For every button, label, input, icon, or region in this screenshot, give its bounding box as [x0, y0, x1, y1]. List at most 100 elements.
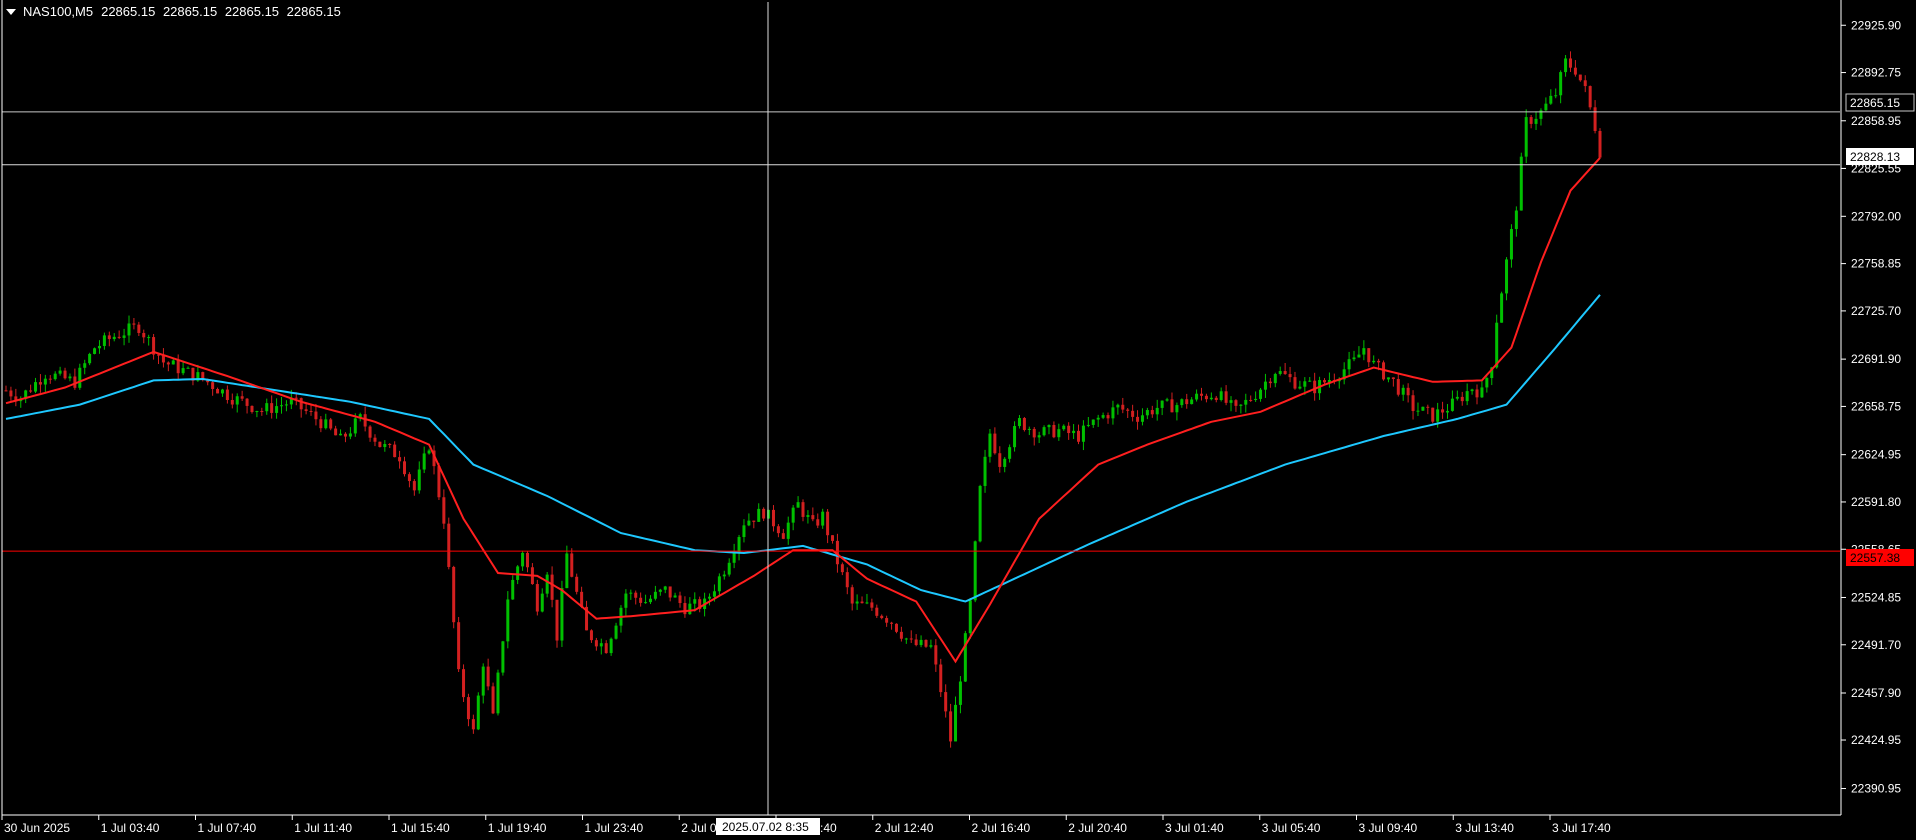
- candle-body: [1081, 425, 1085, 442]
- time-tick-label: 3 Jul 05:40: [1262, 821, 1321, 835]
- candle-body: [1362, 348, 1366, 355]
- candle-body: [1268, 381, 1272, 384]
- candle-body: [112, 336, 116, 340]
- price-tick-label: 22691.90: [1851, 352, 1901, 366]
- candle-body: [737, 537, 741, 553]
- candle-body: [378, 441, 382, 448]
- candle-body: [880, 615, 884, 619]
- time-tick-label: 30 Jun 2025: [4, 821, 70, 835]
- candle-body: [407, 474, 411, 482]
- candle-body: [481, 666, 485, 696]
- candle-body: [717, 576, 721, 592]
- candle-body: [422, 453, 426, 470]
- candle-body: [663, 586, 667, 590]
- candle-body: [122, 335, 126, 338]
- candle-body: [1254, 398, 1258, 401]
- candle-body: [1249, 399, 1253, 401]
- candle-body: [1480, 387, 1484, 398]
- candle-body: [1229, 400, 1233, 403]
- candle-body: [963, 633, 967, 682]
- candle-body: [496, 672, 500, 714]
- candle-body: [599, 643, 603, 647]
- candle-body: [447, 523, 451, 567]
- candle-body: [63, 370, 67, 379]
- candle-body: [673, 595, 677, 598]
- candle-body: [870, 602, 874, 608]
- candle-body: [1303, 381, 1307, 387]
- candle-body: [831, 535, 835, 541]
- candle-body: [639, 597, 643, 603]
- candle-body: [1347, 359, 1351, 370]
- candle-body: [1047, 425, 1051, 428]
- candle-body: [93, 348, 97, 354]
- candle-body: [1470, 389, 1474, 392]
- candle-body: [796, 502, 800, 508]
- candle-body: [1273, 373, 1277, 384]
- candle-body: [821, 511, 825, 526]
- candle-body: [781, 533, 785, 539]
- candle-body: [334, 428, 338, 436]
- candle-body: [412, 481, 416, 491]
- candle-body: [757, 508, 761, 522]
- candle-body: [540, 593, 544, 612]
- price-tick-label: 22424.95: [1851, 733, 1901, 747]
- candle-body: [1509, 229, 1513, 260]
- candle-body: [1583, 80, 1587, 87]
- candle-body: [511, 579, 515, 600]
- chevron-down-icon[interactable]: [6, 8, 16, 15]
- candle-body: [791, 507, 795, 523]
- candle-body: [1131, 410, 1135, 417]
- price-tick-label: 22457.90: [1851, 686, 1901, 700]
- candle-body: [58, 370, 62, 374]
- candle-body: [1416, 410, 1420, 412]
- candle-body: [648, 598, 652, 603]
- candle-body: [1588, 86, 1592, 108]
- candle-body: [225, 389, 229, 400]
- candle-body: [29, 390, 33, 392]
- time-tick-label: 1 Jul 23:40: [585, 821, 644, 835]
- candle-body: [452, 566, 456, 623]
- candle-body: [904, 638, 908, 640]
- candle-body: [230, 399, 234, 405]
- candle-body: [1072, 430, 1076, 434]
- candle-body: [521, 552, 525, 567]
- candle-body: [176, 360, 180, 374]
- candle-body: [1598, 130, 1602, 158]
- price-tick-label: 22758.85: [1851, 257, 1901, 271]
- candle-body: [712, 591, 716, 597]
- candle-body: [383, 444, 387, 448]
- candle-body: [240, 396, 244, 399]
- candle-body: [1391, 377, 1395, 380]
- candle-body: [845, 572, 849, 588]
- time-tick-label: 1 Jul 15:40: [391, 821, 450, 835]
- candle-body: [894, 623, 898, 632]
- candle-body: [949, 711, 953, 742]
- candle-body: [1042, 427, 1046, 436]
- candle-body: [934, 645, 938, 665]
- candle-body: [688, 603, 692, 615]
- candle-body: [309, 410, 313, 412]
- candle-body: [1500, 293, 1504, 323]
- time-tick-label: 1 Jul 11:40: [294, 821, 352, 835]
- candle-body: [1204, 395, 1208, 400]
- candle-body: [1111, 407, 1115, 419]
- symbol-label: NAS100,M5: [23, 4, 94, 19]
- time-tick-label: 3 Jul 09:40: [1359, 821, 1418, 835]
- candle-body: [1239, 404, 1243, 406]
- price-chart[interactable]: 22925.9022892.7522858.9522825.5522792.00…: [0, 0, 1916, 840]
- candle-body: [299, 398, 303, 410]
- candle-body: [491, 686, 495, 714]
- candle-body: [1106, 415, 1110, 419]
- price-tick-label: 22591.80: [1851, 495, 1901, 509]
- candle-body: [1465, 391, 1469, 402]
- candle-body: [742, 525, 746, 538]
- candle-body: [1263, 381, 1267, 390]
- candle-body: [811, 515, 815, 520]
- price-tick-label: 22792.00: [1851, 209, 1901, 223]
- candle-body: [1293, 377, 1297, 389]
- candle-body: [1485, 378, 1489, 388]
- candle-body: [260, 411, 264, 413]
- candle-body: [535, 584, 539, 612]
- candle-body: [958, 681, 962, 705]
- time-tick-label: 1 Jul 03:40: [101, 821, 160, 835]
